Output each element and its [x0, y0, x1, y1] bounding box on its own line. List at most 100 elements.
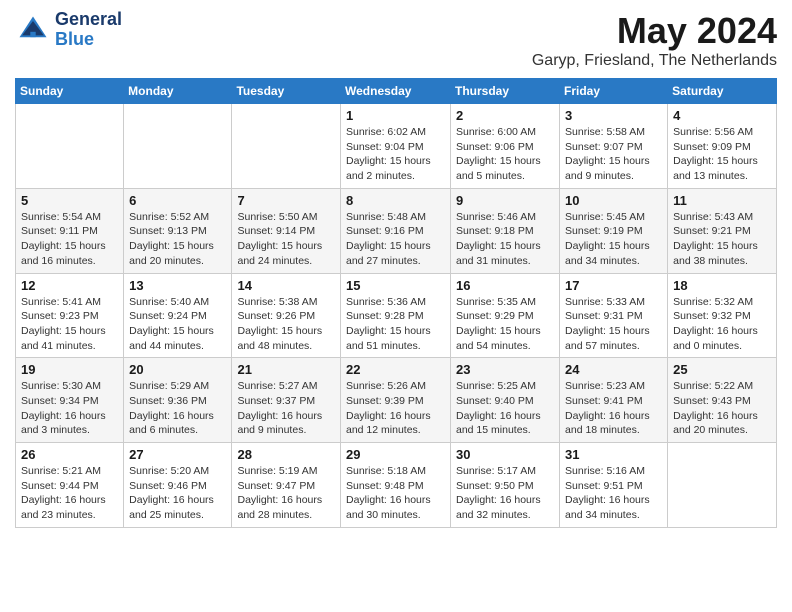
calendar-cell: 29 Sunrise: 5:18 AMSunset: 9:48 PMDayligh…: [341, 443, 451, 528]
day-number: 1: [346, 108, 445, 123]
calendar-cell: [668, 443, 777, 528]
calendar-cell: 6Sunrise: 5:52 AMSunset: 9:13 PMDaylight…: [124, 188, 232, 273]
logo: General Blue: [15, 10, 122, 50]
calendar-week-row: 5 Sunrise: 5:54 AMSunset: 9:11 PMDaylight…: [16, 188, 777, 273]
calendar-cell: 18 Sunrise: 5:32 AMSunset: 9:32 PMDayligh…: [668, 273, 777, 358]
day-number: 26: [21, 447, 118, 462]
calendar-body: 1 Sunrise: 6:02 AMSunset: 9:04 PMDaylight…: [16, 104, 777, 528]
day-number: 31: [565, 447, 662, 462]
day-info: Sunrise: 5:50 AMSunset: 9:14 PMDaylight:…: [237, 210, 335, 269]
day-number: 24: [565, 362, 662, 377]
day-number: 18: [673, 278, 771, 293]
calendar-cell: 22 Sunrise: 5:26 AMSunset: 9:39 PMDayligh…: [341, 358, 451, 443]
calendar-cell: 19Sunrise: 5:30 AMSunset: 9:34 PMDayligh…: [16, 358, 124, 443]
day-info: Sunrise: 5:23 AMSunset: 9:41 PMDaylight:…: [565, 379, 662, 438]
day-number: 10: [565, 193, 662, 208]
day-info: Sunrise: 5:30 AMSunset: 9:34 PMDaylight:…: [21, 379, 118, 438]
day-number: 27: [129, 447, 226, 462]
calendar-cell: 10 Sunrise: 5:45 AMSunset: 9:19 PMDayligh…: [560, 188, 668, 273]
month-title: May 2024: [532, 10, 777, 52]
calendar-cell: [124, 104, 232, 189]
calendar-cell: 17Sunrise: 5:33 AMSunset: 9:31 PMDayligh…: [560, 273, 668, 358]
day-number: 13: [129, 278, 226, 293]
day-info: Sunrise: 5:16 AMSunset: 9:51 PMDaylight:…: [565, 464, 662, 523]
day-info: Sunrise: 5:25 AMSunset: 9:40 PMDaylight:…: [456, 379, 554, 438]
day-number: 9: [456, 193, 554, 208]
day-info: Sunrise: 5:40 AMSunset: 9:24 PMDaylight:…: [129, 295, 226, 354]
day-info: Sunrise: 5:21 AMSunset: 9:44 PMDaylight:…: [21, 464, 118, 523]
calendar-header-saturday: Saturday: [668, 79, 777, 104]
calendar-table: SundayMondayTuesdayWednesdayThursdayFrid…: [15, 78, 777, 528]
calendar-header-tuesday: Tuesday: [232, 79, 341, 104]
calendar-cell: 21 Sunrise: 5:27 AMSunset: 9:37 PMDayligh…: [232, 358, 341, 443]
day-info: Sunrise: 5:38 AMSunset: 9:26 PMDaylight:…: [237, 295, 335, 354]
calendar-cell: 24 Sunrise: 5:23 AMSunset: 9:41 PMDayligh…: [560, 358, 668, 443]
day-number: 17: [565, 278, 662, 293]
calendar-cell: 11 Sunrise: 5:43 AMSunset: 9:21 PMDayligh…: [668, 188, 777, 273]
calendar-cell: 7Sunrise: 5:50 AMSunset: 9:14 PMDaylight…: [232, 188, 341, 273]
day-number: 8: [346, 193, 445, 208]
calendar-cell: 28Sunrise: 5:19 AMSunset: 9:47 PMDayligh…: [232, 443, 341, 528]
calendar-cell: 16 Sunrise: 5:35 AMSunset: 9:29 PMDayligh…: [451, 273, 560, 358]
calendar-header-wednesday: Wednesday: [341, 79, 451, 104]
day-number: 21: [237, 362, 335, 377]
day-info: Sunrise: 6:02 AMSunset: 9:04 PMDaylight:…: [346, 125, 445, 184]
calendar-cell: 3Sunrise: 5:58 AMSunset: 9:07 PMDaylight…: [560, 104, 668, 189]
day-number: 29: [346, 447, 445, 462]
calendar-cell: 2 Sunrise: 6:00 AMSunset: 9:06 PMDaylight…: [451, 104, 560, 189]
day-number: 11: [673, 193, 771, 208]
day-info: Sunrise: 5:46 AMSunset: 9:18 PMDaylight:…: [456, 210, 554, 269]
calendar-header-row: SundayMondayTuesdayWednesdayThursdayFrid…: [16, 79, 777, 104]
day-number: 14: [237, 278, 335, 293]
day-info: Sunrise: 5:29 AMSunset: 9:36 PMDaylight:…: [129, 379, 226, 438]
day-number: 15: [346, 278, 445, 293]
calendar-header-monday: Monday: [124, 79, 232, 104]
day-info: Sunrise: 5:52 AMSunset: 9:13 PMDaylight:…: [129, 210, 226, 269]
day-info: Sunrise: 5:36 AMSunset: 9:28 PMDaylight:…: [346, 295, 445, 354]
calendar-header-thursday: Thursday: [451, 79, 560, 104]
day-number: 20: [129, 362, 226, 377]
calendar-header-friday: Friday: [560, 79, 668, 104]
calendar-cell: 8Sunrise: 5:48 AMSunset: 9:16 PMDaylight…: [341, 188, 451, 273]
calendar-cell: 12Sunrise: 5:41 AMSunset: 9:23 PMDayligh…: [16, 273, 124, 358]
logo-icon: [15, 12, 51, 48]
day-info: Sunrise: 6:00 AMSunset: 9:06 PMDaylight:…: [456, 125, 554, 184]
location-title: Garyp, Friesland, The Netherlands: [532, 52, 777, 70]
calendar-cell: 25 Sunrise: 5:22 AMSunset: 9:43 PMDayligh…: [668, 358, 777, 443]
calendar-week-row: 12Sunrise: 5:41 AMSunset: 9:23 PMDayligh…: [16, 273, 777, 358]
calendar-cell: [232, 104, 341, 189]
day-info: Sunrise: 5:18 AMSunset: 9:48 PMDaylight:…: [346, 464, 445, 523]
calendar-cell: 26 Sunrise: 5:21 AMSunset: 9:44 PMDayligh…: [16, 443, 124, 528]
day-info: Sunrise: 5:35 AMSunset: 9:29 PMDaylight:…: [456, 295, 554, 354]
calendar-cell: [16, 104, 124, 189]
day-number: 2: [456, 108, 554, 123]
day-info: Sunrise: 5:22 AMSunset: 9:43 PMDaylight:…: [673, 379, 771, 438]
day-info: Sunrise: 5:32 AMSunset: 9:32 PMDaylight:…: [673, 295, 771, 354]
logo-text: General Blue: [55, 10, 122, 50]
calendar-cell: 4Sunrise: 5:56 AMSunset: 9:09 PMDaylight…: [668, 104, 777, 189]
day-info: Sunrise: 5:43 AMSunset: 9:21 PMDaylight:…: [673, 210, 771, 269]
day-number: 23: [456, 362, 554, 377]
day-number: 12: [21, 278, 118, 293]
day-number: 5: [21, 193, 118, 208]
day-info: Sunrise: 5:19 AMSunset: 9:47 PMDaylight:…: [237, 464, 335, 523]
calendar-week-row: 19Sunrise: 5:30 AMSunset: 9:34 PMDayligh…: [16, 358, 777, 443]
title-area: May 2024 Garyp, Friesland, The Netherlan…: [532, 10, 777, 70]
header: General Blue May 2024 Garyp, Friesland, …: [15, 10, 777, 70]
day-number: 30: [456, 447, 554, 462]
day-info: Sunrise: 5:26 AMSunset: 9:39 PMDaylight:…: [346, 379, 445, 438]
day-info: Sunrise: 5:58 AMSunset: 9:07 PMDaylight:…: [565, 125, 662, 184]
day-number: 25: [673, 362, 771, 377]
calendar-header-sunday: Sunday: [16, 79, 124, 104]
day-info: Sunrise: 5:45 AMSunset: 9:19 PMDaylight:…: [565, 210, 662, 269]
day-info: Sunrise: 5:20 AMSunset: 9:46 PMDaylight:…: [129, 464, 226, 523]
calendar-week-row: 26 Sunrise: 5:21 AMSunset: 9:44 PMDayligh…: [16, 443, 777, 528]
calendar-cell: 5 Sunrise: 5:54 AMSunset: 9:11 PMDaylight…: [16, 188, 124, 273]
calendar-cell: 14 Sunrise: 5:38 AMSunset: 9:26 PMDayligh…: [232, 273, 341, 358]
day-number: 16: [456, 278, 554, 293]
day-info: Sunrise: 5:56 AMSunset: 9:09 PMDaylight:…: [673, 125, 771, 184]
calendar-cell: 23 Sunrise: 5:25 AMSunset: 9:40 PMDayligh…: [451, 358, 560, 443]
day-number: 22: [346, 362, 445, 377]
day-info: Sunrise: 5:27 AMSunset: 9:37 PMDaylight:…: [237, 379, 335, 438]
day-info: Sunrise: 5:54 AMSunset: 9:11 PMDaylight:…: [21, 210, 118, 269]
